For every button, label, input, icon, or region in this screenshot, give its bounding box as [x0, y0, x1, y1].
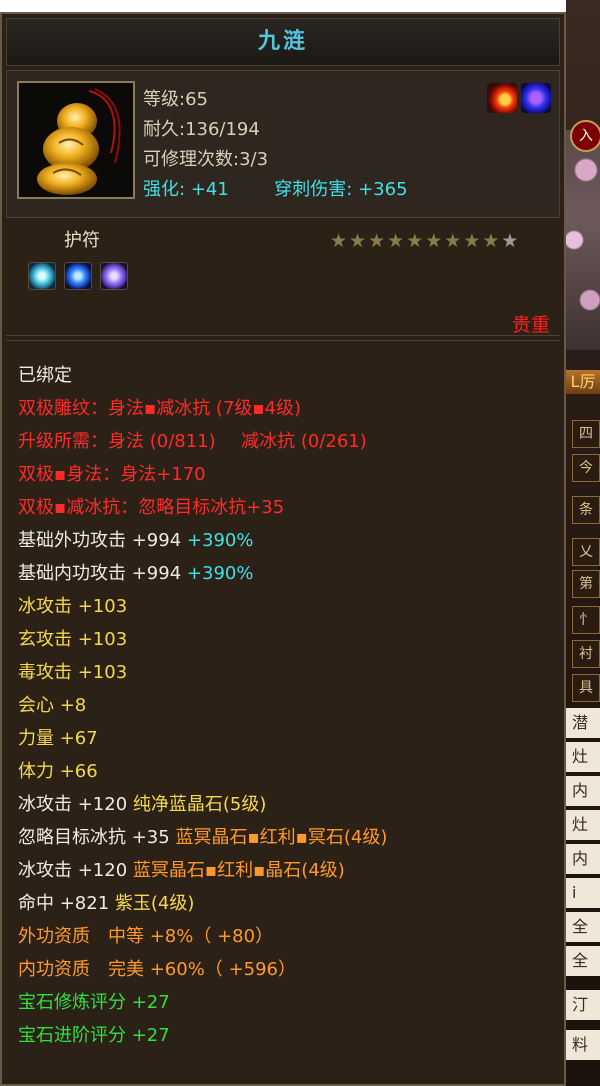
- list-row-fragment: i: [566, 878, 600, 908]
- star-icon: ★: [387, 230, 405, 252]
- upgrade-requirement: 升级所需：身法 (0/811) 减冰抗 (0/261): [18, 427, 367, 457]
- side-tab[interactable]: 具: [572, 674, 600, 702]
- gem-name: 紫玉(4级): [114, 893, 195, 914]
- gem-ice-attack-1: 冰攻击 +120 纯净蓝晶石(5级): [18, 790, 266, 820]
- background-game-ui: 入 L厉 四 今 条 乂 第 忄 衬 具 潜 灶 内 灶 内 i 全 全 汀 料: [566, 0, 600, 1086]
- poison-attack: 毒攻击 +103: [18, 662, 128, 683]
- cyan-gem-icon: [28, 262, 56, 290]
- gem-sockets: [28, 262, 136, 294]
- side-tab[interactable]: 乂: [572, 538, 600, 566]
- dual-pole-engraving: 双极雕纹：身法▪减冰抗 (7级▪4级): [18, 398, 302, 419]
- side-tab[interactable]: 四: [572, 420, 600, 448]
- item-durability: 耐久:136/194: [143, 119, 260, 140]
- star-empty-icon: ★: [501, 230, 519, 252]
- mystic-attack: 玄攻击 +103: [18, 629, 128, 650]
- list-row-fragment: 潜: [566, 708, 600, 738]
- base-external-attack: 基础外功攻击 +994 +390%: [18, 526, 253, 556]
- item-stats: 等级:65 耐久:136/194 可修理次数:3/3 强化: +41 穿刺伤害:…: [143, 85, 408, 205]
- attribute-list: 已绑定 双极雕纹：身法▪减冰抗 (7级▪4级) 升级所需：身法 (0/811) …: [6, 340, 560, 1080]
- item-badges: [483, 83, 551, 113]
- item-header: 等级:65 耐久:136/194 可修理次数:3/3 强化: +41 穿刺伤害:…: [6, 70, 560, 218]
- star-icon: ★: [406, 230, 424, 252]
- blue-swirl-badge-icon: [521, 83, 551, 113]
- gem-stat: 忽略目标冰抗 +35: [18, 827, 170, 848]
- gem-stat: 命中 +821: [18, 893, 110, 914]
- enhance-label: 强化:: [143, 179, 186, 200]
- enhance-value: +41: [190, 179, 229, 200]
- star-icon: ★: [444, 230, 462, 252]
- upgrade-req-ice-resist: 减冰抗 (0/261): [241, 431, 367, 452]
- gem-accuracy: 命中 +821 紫玉(4级): [18, 889, 194, 919]
- gem-name: 蓝冥晶石▪红利▪冥石(4级): [175, 827, 388, 848]
- gem-ice-attack-2: 冰攻击 +120 蓝冥晶石▪红利▪晶石(4级): [18, 856, 345, 886]
- list-row-fragment: 内: [566, 844, 600, 874]
- base-internal-attack: 基础内功攻击 +994 +390%: [18, 559, 253, 589]
- list-row-fragment: 内: [566, 776, 600, 806]
- enter-button[interactable]: 入: [570, 120, 600, 152]
- item-tooltip: 九涟 等级:65 耐久:136/194 可修理次数:3/3 强化: +41 穿刺…: [0, 12, 566, 1086]
- external-aptitude: 外功资质 中等 +8%（ +80）: [18, 926, 274, 947]
- dual-pole-ice-resist-bonus: 双极▪减冰抗：忽略目标冰抗+35: [18, 497, 285, 518]
- star-icon: ★: [425, 230, 443, 252]
- gem-name: 蓝冥晶石▪红利▪晶石(4级): [132, 860, 345, 881]
- strength: 力量 +67: [18, 728, 98, 749]
- side-tab[interactable]: 第: [572, 570, 600, 598]
- base-external-attack-percent: +390%: [186, 530, 254, 551]
- star-icon: ★: [482, 230, 500, 252]
- gem-advance-score: 宝石进阶评分 +27: [18, 1025, 170, 1046]
- pierce-label: 穿刺伤害:: [274, 179, 353, 200]
- side-tab[interactable]: 衬: [572, 640, 600, 668]
- item-type: 护符: [64, 230, 100, 251]
- base-internal-attack-percent: +390%: [186, 563, 254, 584]
- character-artwork: [566, 130, 600, 350]
- list-row-fragment: 汀: [566, 990, 600, 1020]
- fire-badge-icon: [487, 83, 517, 113]
- gem-ignore-ice-resist: 忽略目标冰抗 +35 蓝冥晶石▪红利▪冥石(4级): [18, 823, 387, 853]
- side-tab[interactable]: 条: [572, 496, 600, 524]
- list-row-fragment: 全: [566, 946, 600, 976]
- violet-gem-icon: [100, 262, 128, 290]
- panel-header-fragment: L厉: [566, 370, 600, 394]
- gem-refine-score: 宝石修炼评分 +27: [18, 992, 170, 1013]
- ice-attack: 冰攻击 +103: [18, 596, 128, 617]
- gem-name: 纯净蓝晶石(5级): [132, 794, 267, 815]
- blue-gem-icon: [64, 262, 92, 290]
- list-row-fragment: 灶: [566, 810, 600, 840]
- list-row-fragment: 全: [566, 912, 600, 942]
- dual-pole-agility-bonus: 双极▪身法：身法+170: [18, 464, 206, 485]
- critical: 会心 +8: [18, 695, 87, 716]
- upgrade-req-agility: 升级所需：身法 (0/811): [18, 431, 216, 452]
- star-icon: ★: [368, 230, 386, 252]
- item-enhance-row: 强化: +41 穿刺伤害: +365: [143, 175, 408, 205]
- bound-status: 已绑定: [18, 365, 72, 386]
- list-row-fragment: 灶: [566, 742, 600, 772]
- gem-stat: 冰攻击 +120: [18, 794, 128, 815]
- star-icon: ★: [463, 230, 481, 252]
- item-repair-count: 可修理次数:3/3: [143, 149, 269, 170]
- base-external-attack-value: 基础外功攻击 +994: [18, 530, 182, 551]
- star-icon: ★: [330, 230, 348, 252]
- pierce-value: +365: [358, 179, 408, 200]
- side-tab[interactable]: 忄: [572, 606, 600, 634]
- gem-stat: 冰攻击 +120: [18, 860, 128, 881]
- item-type-row: 护符 ★ ★ ★ ★ ★ ★ ★ ★ ★ ★ 贵重: [6, 218, 560, 336]
- item-name: 九涟: [257, 29, 308, 54]
- list-row-fragment: 料: [566, 1030, 600, 1060]
- base-internal-attack-value: 基础内功攻击 +994: [18, 563, 182, 584]
- star-rating: ★ ★ ★ ★ ★ ★ ★ ★ ★ ★: [330, 230, 520, 252]
- item-rarity: 贵重: [511, 314, 550, 336]
- tooltip-title-bar: 九涟: [6, 18, 560, 66]
- vitality: 体力 +66: [18, 761, 98, 782]
- side-tab[interactable]: 今: [572, 454, 600, 482]
- item-level: 等级:65: [143, 89, 208, 110]
- amulet-icon: [17, 81, 135, 199]
- star-icon: ★: [349, 230, 367, 252]
- internal-aptitude: 内功资质 完美 +60%（ +596）: [18, 959, 296, 980]
